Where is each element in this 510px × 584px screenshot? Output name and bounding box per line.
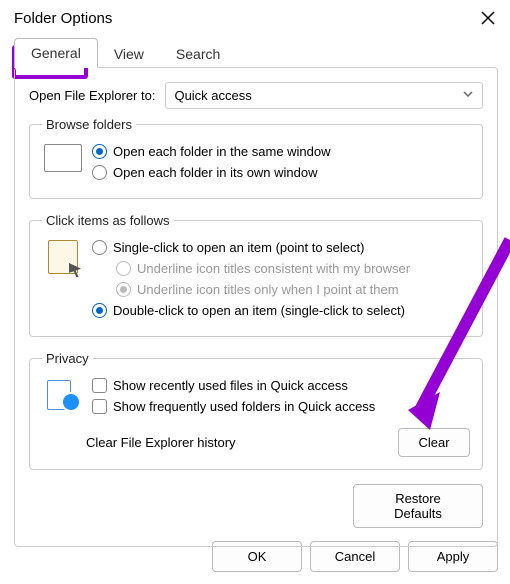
open-explorer-dropdown[interactable]: Quick access bbox=[165, 82, 483, 109]
radio-icon bbox=[92, 303, 107, 318]
radio-icon bbox=[92, 165, 107, 180]
click-items-group: Click items as follows Single-click to o… bbox=[29, 213, 483, 337]
open-explorer-label: Open File Explorer to: bbox=[29, 88, 155, 103]
radio-label: Single-click to open an item (point to s… bbox=[113, 240, 364, 255]
radio-underline-browser: Underline icon titles consistent with my… bbox=[116, 261, 470, 276]
tab-search[interactable]: Search bbox=[160, 40, 236, 68]
radio-double-click[interactable]: Double-click to open an item (single-cli… bbox=[92, 303, 470, 318]
checkbox-label: Show frequently used folders in Quick ac… bbox=[113, 399, 375, 414]
checkbox-icon bbox=[92, 378, 107, 393]
radio-label: Open each folder in the same window bbox=[113, 144, 331, 159]
radio-icon bbox=[92, 144, 107, 159]
folder-icon bbox=[44, 144, 82, 172]
window-title: Folder Options bbox=[14, 10, 112, 27]
tab-general[interactable]: General bbox=[14, 38, 98, 68]
checkbox-recent-files[interactable]: Show recently used files in Quick access bbox=[92, 378, 470, 393]
close-icon bbox=[481, 11, 495, 25]
radio-label: Open each folder in its own window bbox=[113, 165, 318, 180]
radio-underline-point: Underline icon titles only when I point … bbox=[116, 282, 470, 297]
open-explorer-value: Quick access bbox=[174, 88, 251, 103]
radio-label: Underline icon titles only when I point … bbox=[137, 282, 399, 297]
privacy-group: Privacy Show recently used files in Quic… bbox=[29, 351, 483, 470]
close-button[interactable] bbox=[478, 8, 498, 28]
checkbox-label: Show recently used files in Quick access bbox=[113, 378, 348, 393]
radio-own-window[interactable]: Open each folder in its own window bbox=[92, 165, 470, 180]
radio-icon bbox=[92, 240, 107, 255]
radio-icon bbox=[116, 282, 131, 297]
browse-folders-legend: Browse folders bbox=[42, 117, 136, 132]
chevron-down-icon bbox=[462, 88, 474, 103]
radio-same-window[interactable]: Open each folder in the same window bbox=[92, 144, 470, 159]
tab-pane-general: Open File Explorer to: Quick access Brow… bbox=[14, 67, 498, 547]
clear-button[interactable]: Clear bbox=[398, 428, 470, 457]
clear-history-label: Clear File Explorer history bbox=[86, 435, 236, 450]
browse-folders-group: Browse folders Open each folder in the s… bbox=[29, 117, 483, 199]
tab-view[interactable]: View bbox=[98, 40, 160, 68]
privacy-legend: Privacy bbox=[42, 351, 93, 366]
pointer-document-icon bbox=[48, 240, 78, 274]
click-items-legend: Click items as follows bbox=[42, 213, 174, 228]
checkbox-icon bbox=[92, 399, 107, 414]
checkbox-frequent-folders[interactable]: Show frequently used folders in Quick ac… bbox=[92, 399, 470, 414]
restore-defaults-button[interactable]: Restore Defaults bbox=[353, 484, 483, 528]
privacy-icon bbox=[43, 378, 83, 412]
radio-label: Double-click to open an item (single-cli… bbox=[113, 303, 405, 318]
radio-single-click[interactable]: Single-click to open an item (point to s… bbox=[92, 240, 470, 255]
radio-label: Underline icon titles consistent with my… bbox=[137, 261, 410, 276]
radio-icon bbox=[116, 261, 131, 276]
